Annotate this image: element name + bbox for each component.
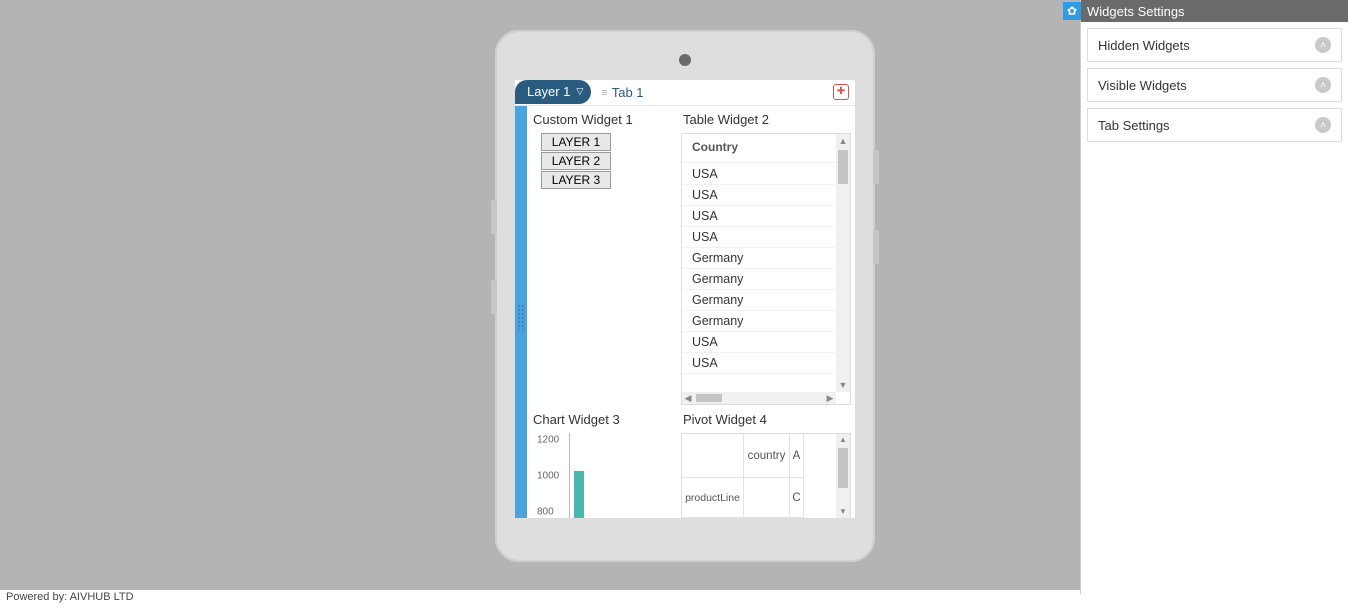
- scroll-down-icon[interactable]: ▼: [836, 378, 850, 392]
- y-tick-label: 1200: [537, 434, 559, 445]
- pivot-row-header[interactable]: productLine: [682, 478, 744, 518]
- tablet-notch: [491, 280, 497, 314]
- footer-text: Powered by: AIVHUB LTD: [6, 591, 134, 603]
- layer-1-button[interactable]: LAYER 1: [541, 133, 611, 151]
- accordion: Hidden Widgets ˄ Visible Widgets ˄ Tab S…: [1081, 22, 1348, 154]
- chevron-up-icon: ˄: [1315, 117, 1331, 133]
- table-row[interactable]: Germany: [682, 311, 836, 332]
- pivot-widget-panel: Pivot Widget 4 country A productLine C ▲…: [677, 406, 855, 518]
- grip-dots-icon: [517, 304, 525, 330]
- table-row[interactable]: Germany: [682, 290, 836, 311]
- layer-dropdown-label: Layer 1: [527, 84, 570, 99]
- y-tick-label: 1000: [537, 471, 559, 482]
- pivot-col-header[interactable]: country: [744, 434, 790, 478]
- table-row[interactable]: Germany: [682, 248, 836, 269]
- drag-handle-icon: ≡: [601, 87, 606, 99]
- widgets-settings-panel: ✿ Widgets Settings Hidden Widgets ˄ Visi…: [1080, 0, 1348, 594]
- table-widget-panel: Table Widget 2 Country USA USA USA USA G…: [677, 106, 855, 406]
- table-row[interactable]: Germany: [682, 269, 836, 290]
- chevron-up-icon: ˄: [1315, 37, 1331, 53]
- widget-grid: Custom Widget 1 LAYER 1 LAYER 2 LAYER 3 …: [527, 106, 855, 518]
- pivot-table: country A productLine C ▲ ▼: [681, 433, 851, 518]
- scroll-right-icon[interactable]: ▶: [824, 393, 836, 404]
- accordion-visible-widgets[interactable]: Visible Widgets ˄: [1087, 68, 1342, 102]
- table-row[interactable]: USA: [682, 332, 836, 353]
- pivot-col-value[interactable]: A: [790, 434, 804, 478]
- accordion-hidden-widgets[interactable]: Hidden Widgets ˄: [1087, 28, 1342, 62]
- tablet-screen: Layer 1 ▽ ≡ Tab 1 ✚ Custom Widget 1 LAYE…: [515, 80, 855, 518]
- chevron-up-icon: ˄: [1315, 77, 1331, 93]
- tablet-notch: [873, 150, 879, 184]
- pivot-corner-cell: [682, 434, 744, 478]
- table-widget: Country USA USA USA USA Germany Germany …: [681, 133, 851, 405]
- tab-item[interactable]: ≡ Tab 1: [601, 85, 643, 100]
- accordion-tab-settings[interactable]: Tab Settings ˄: [1087, 108, 1342, 142]
- tablet-notch: [873, 230, 879, 264]
- sidebar-title: Widgets Settings: [1087, 4, 1185, 19]
- table-row[interactable]: USA: [682, 353, 836, 374]
- widget-title: Table Widget 2: [681, 112, 851, 127]
- sidebar-header: ✿ Widgets Settings: [1081, 0, 1348, 22]
- scroll-up-icon[interactable]: ▲: [836, 134, 850, 148]
- tab-bar: Layer 1 ▽ ≡ Tab 1 ✚: [515, 80, 855, 106]
- widget-title: Custom Widget 1: [531, 112, 673, 127]
- custom-widget-panel: Custom Widget 1 LAYER 1 LAYER 2 LAYER 3: [527, 106, 677, 406]
- resize-strip[interactable]: [515, 106, 527, 518]
- scroll-left-icon[interactable]: ◀: [682, 393, 694, 404]
- scroll-up-icon[interactable]: ▲: [836, 434, 850, 446]
- scroll-down-icon[interactable]: ▼: [836, 506, 850, 518]
- chart-bar: [574, 471, 584, 518]
- table-row[interactable]: USA: [682, 206, 836, 227]
- tab-label: Tab 1: [612, 85, 644, 100]
- y-tick-label: 800: [537, 507, 554, 518]
- table-row[interactable]: USA: [682, 164, 836, 185]
- gear-icon[interactable]: ✿: [1063, 2, 1081, 20]
- chevron-down-icon: ▽: [576, 86, 583, 97]
- table-header-country[interactable]: Country: [682, 134, 850, 163]
- scroll-thumb[interactable]: [838, 150, 848, 184]
- accordion-label: Tab Settings: [1098, 118, 1170, 133]
- layer-dropdown[interactable]: Layer 1 ▽: [515, 80, 591, 104]
- table-row[interactable]: USA: [682, 227, 836, 248]
- scroll-thumb[interactable]: [838, 448, 848, 488]
- layer-2-button[interactable]: LAYER 2: [541, 152, 611, 170]
- widget-title: Pivot Widget 4: [681, 412, 851, 427]
- add-widget-button[interactable]: ✚: [833, 84, 849, 100]
- accordion-label: Visible Widgets: [1098, 78, 1187, 93]
- vertical-scrollbar[interactable]: ▲ ▼: [836, 134, 850, 392]
- table-rows: USA USA USA USA Germany Germany Germany …: [682, 164, 836, 392]
- chart-area: 1200 1000 800: [537, 433, 673, 518]
- tablet-camera-dot: [679, 54, 691, 66]
- scroll-thumb[interactable]: [696, 394, 722, 402]
- table-row[interactable]: USA: [682, 185, 836, 206]
- pivot-cell[interactable]: C: [790, 478, 804, 518]
- content-area: Custom Widget 1 LAYER 1 LAYER 2 LAYER 3 …: [515, 106, 855, 518]
- widget-title: Chart Widget 3: [531, 412, 673, 427]
- chart-axis: [569, 433, 667, 518]
- horizontal-scrollbar[interactable]: ◀ ▶: [682, 392, 836, 404]
- accordion-label: Hidden Widgets: [1098, 38, 1190, 53]
- layer-3-button[interactable]: LAYER 3: [541, 171, 611, 189]
- pivot-cell[interactable]: [744, 478, 790, 518]
- tablet-notch: [491, 200, 497, 234]
- tablet-frame: Layer 1 ▽ ≡ Tab 1 ✚ Custom Widget 1 LAYE…: [495, 30, 875, 562]
- chart-widget-panel: Chart Widget 3 1200 1000 800: [527, 406, 677, 518]
- vertical-scrollbar[interactable]: ▲ ▼: [836, 434, 850, 518]
